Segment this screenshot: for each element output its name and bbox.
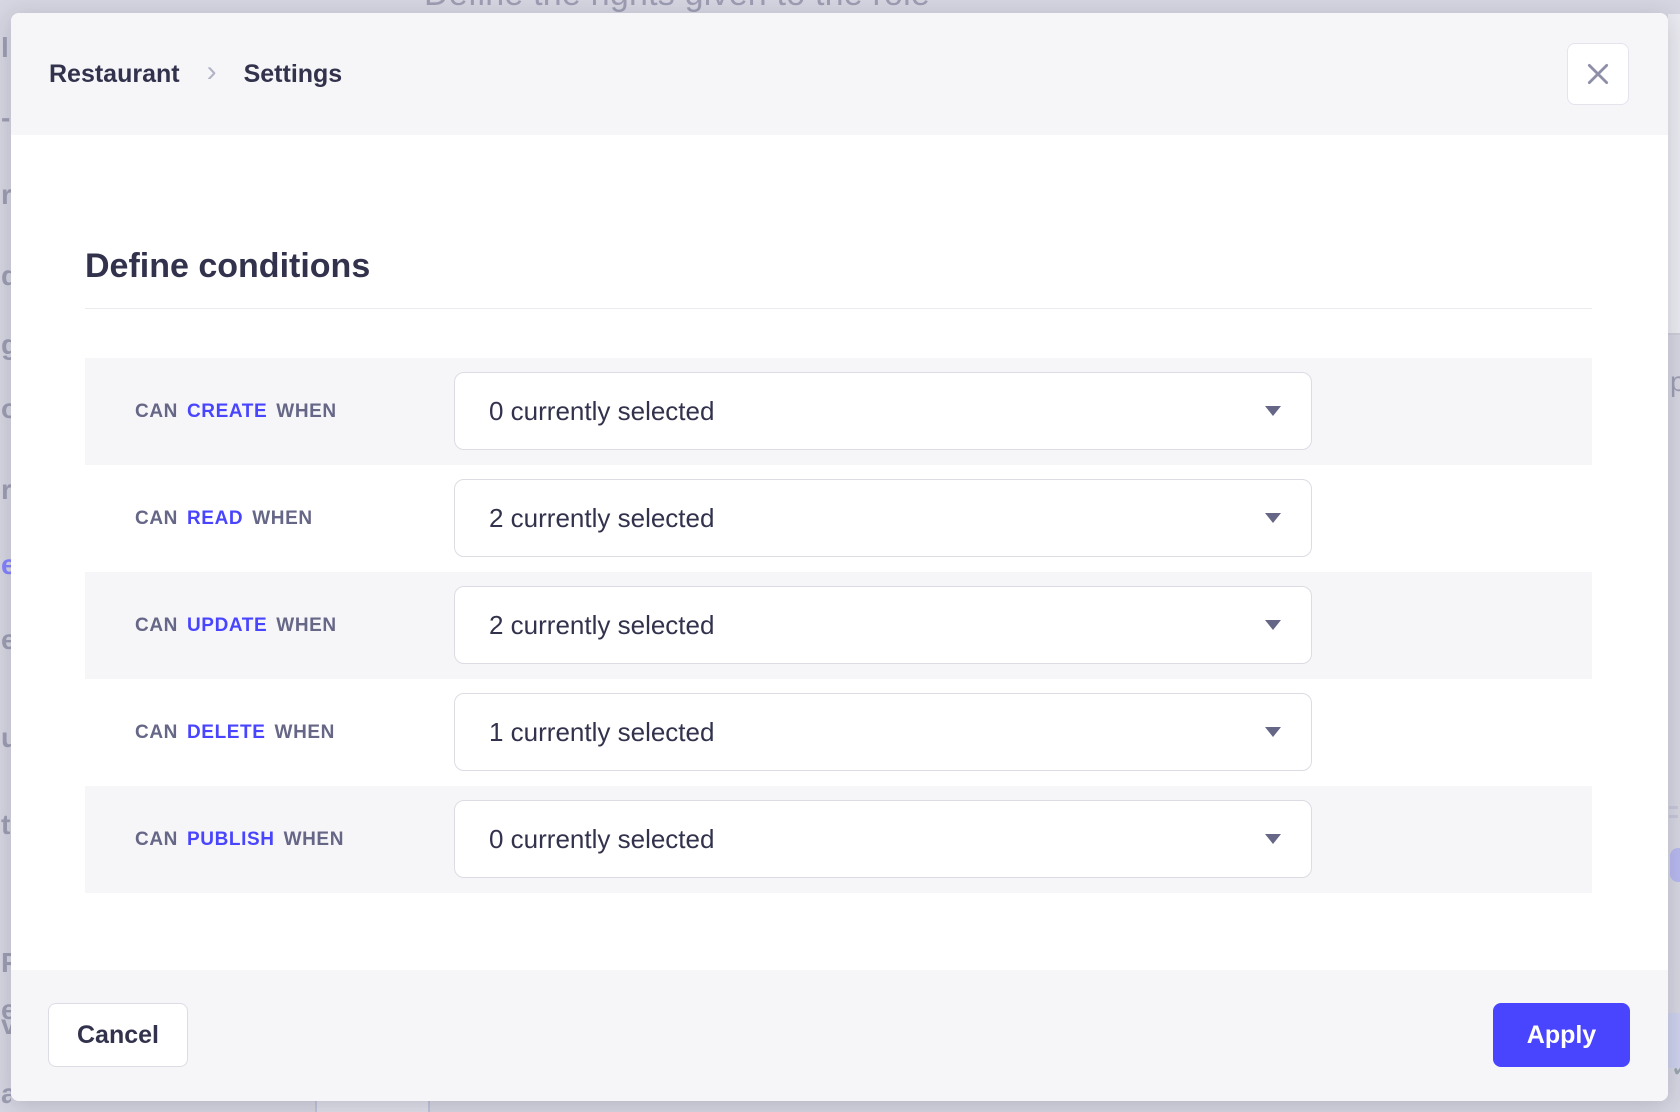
condition-label: CAN DELETE WHEN (135, 679, 335, 786)
conditions-list: CAN CREATE WHEN 0 currently selected CAN… (85, 358, 1592, 893)
backdrop-text-fragment: r (1, 476, 11, 504)
select-value: 0 currently selected (489, 396, 1265, 427)
breadcrumb-item-settings: Settings (244, 60, 343, 89)
condition-label: CAN PUBLISH WHEN (135, 786, 344, 893)
select-value: 0 currently selected (489, 824, 1265, 855)
chevron-right-icon: › (207, 57, 217, 87)
label-prefix: CAN (135, 615, 178, 637)
chevron-down-icon (1265, 406, 1281, 416)
backdrop-fragment-panel (1668, 14, 1680, 333)
label-suffix: WHEN (275, 722, 335, 744)
backdrop-text-fragment: P (1, 949, 11, 977)
label-action: UPDATE (187, 615, 267, 637)
label-prefix: CAN (135, 722, 178, 744)
label-action: PUBLISH (187, 829, 275, 851)
backdrop-text-fragment: p (1670, 368, 1680, 396)
label-action: CREATE (187, 401, 267, 423)
backdrop-text-fragment: - (1, 104, 10, 132)
screen: Define the rights given to the role l - r d… (0, 0, 1680, 1112)
backdrop-text-fragment: ti (1, 811, 11, 839)
condition-row-delete: CAN DELETE WHEN 1 currently selected (85, 679, 1592, 786)
backdrop-fragment-panel (1668, 1013, 1680, 1068)
backdrop-fragment-line (428, 1101, 430, 1112)
backdrop-fragment-line (1669, 806, 1678, 809)
backdrop-fragment-line (1668, 333, 1680, 335)
close-button[interactable] (1567, 43, 1629, 105)
breadcrumb: Restaurant › Settings (49, 13, 342, 135)
backdrop-left-strip: l-rdgoreerutiPevai (0, 0, 11, 1112)
select-value: 2 currently selected (489, 503, 1265, 534)
backdrop-bottom-strip (0, 1101, 1680, 1112)
cancel-button[interactable]: Cancel (48, 1003, 188, 1067)
backdrop-top-strip: Define the rights given to the role (0, 0, 1680, 14)
backdrop-text-fragment: g (1, 331, 11, 359)
condition-label: CAN CREATE WHEN (135, 358, 337, 465)
can-read-condition-select[interactable]: 2 currently selected (454, 479, 1312, 557)
label-suffix: WHEN (276, 615, 336, 637)
label-suffix: WHEN (284, 829, 344, 851)
label-prefix: CAN (135, 401, 178, 423)
backdrop-fragment-line (315, 1101, 317, 1112)
select-value: 2 currently selected (489, 610, 1265, 641)
backdrop-text-fragment: v (1, 1011, 11, 1039)
modal-footer: Cancel Apply (11, 970, 1668, 1101)
page-title: Define conditions (85, 246, 370, 286)
chevron-down-icon (1265, 727, 1281, 737)
backdrop-fragment-button (1670, 848, 1680, 882)
condition-row-read: CAN READ WHEN 2 currently selected (85, 465, 1592, 572)
label-suffix: WHEN (276, 401, 336, 423)
label-action: DELETE (187, 722, 266, 744)
background-page-heading: Define the rights given to the role (424, 0, 930, 14)
define-conditions-modal: Restaurant › Settings Define conditions … (11, 13, 1668, 1101)
apply-button[interactable]: Apply (1493, 1003, 1630, 1067)
label-prefix: CAN (135, 829, 178, 851)
condition-label: CAN UPDATE WHEN (135, 572, 337, 679)
can-delete-condition-select[interactable]: 1 currently selected (454, 693, 1312, 771)
backdrop-text-fragment: er (1, 626, 11, 654)
select-value: 1 currently selected (489, 717, 1265, 748)
condition-label: CAN READ WHEN (135, 465, 313, 572)
chevron-down-icon (1265, 513, 1281, 523)
backdrop-text-fragment: l (1, 34, 9, 62)
chevron-down-icon (1265, 834, 1281, 844)
can-create-condition-select[interactable]: 0 currently selected (454, 372, 1312, 450)
chevron-down-icon (1265, 620, 1281, 630)
divider (85, 308, 1592, 309)
modal-header: Restaurant › Settings (11, 13, 1668, 135)
backdrop-fragment-panel (315, 1101, 428, 1112)
condition-row-publish: CAN PUBLISH WHEN 0 currently selected (85, 786, 1592, 893)
close-icon (1585, 61, 1611, 87)
backdrop-text-fragment: u (1, 724, 11, 752)
can-update-condition-select[interactable]: 2 currently selected (454, 586, 1312, 664)
backdrop-text-fragment: e (1, 551, 11, 579)
label-suffix: WHEN (252, 508, 312, 530)
backdrop-text-fragment: d (1, 262, 11, 290)
condition-row-update: CAN UPDATE WHEN 2 currently selected (85, 572, 1592, 679)
backdrop-fragment-line (1669, 815, 1678, 818)
backdrop-text-fragment: r (1, 181, 11, 209)
can-publish-condition-select[interactable]: 0 currently selected (454, 800, 1312, 878)
backdrop-text-fragment: o (1, 395, 11, 423)
breadcrumb-item-restaurant: Restaurant (49, 60, 180, 89)
label-action: READ (187, 508, 243, 530)
condition-row-create: CAN CREATE WHEN 0 currently selected (85, 358, 1592, 465)
label-prefix: CAN (135, 508, 178, 530)
